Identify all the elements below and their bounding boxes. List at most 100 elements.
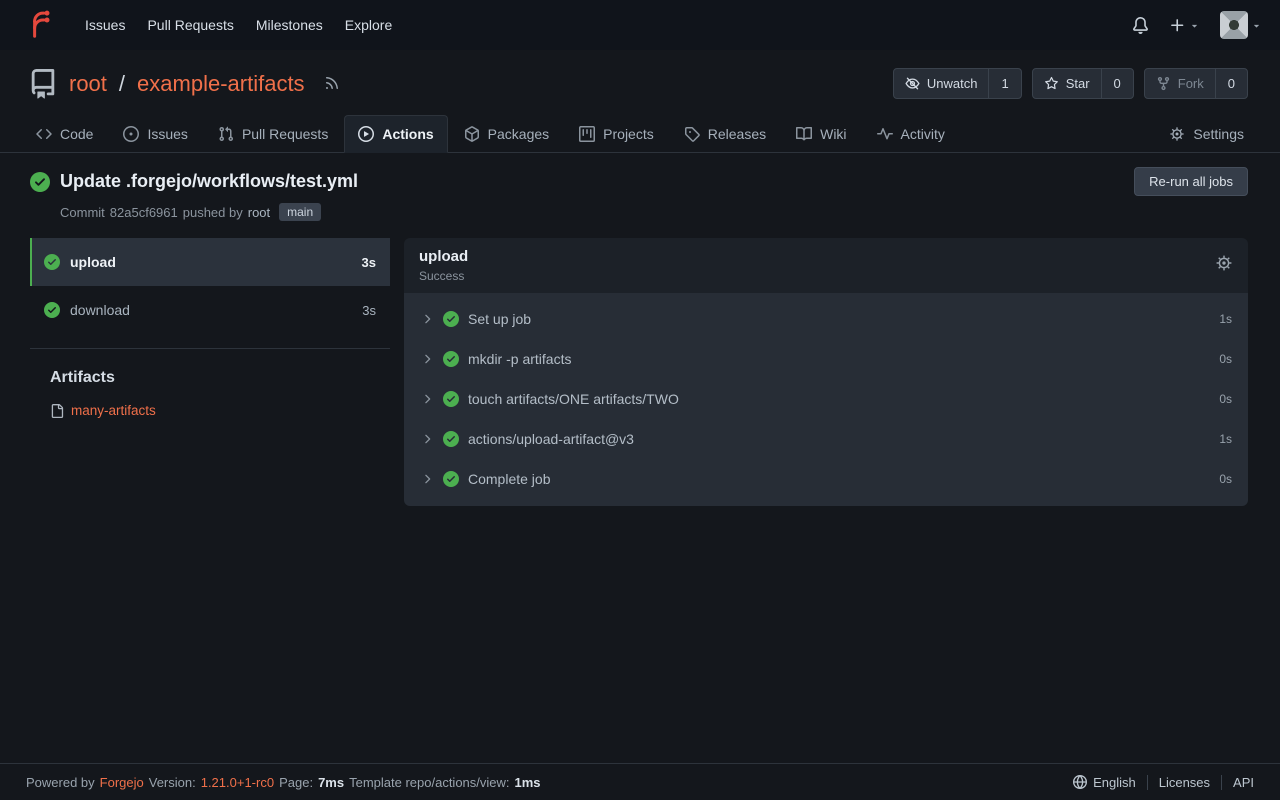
version-link[interactable]: 1.21.0+1-rc0 bbox=[201, 775, 274, 790]
job-name: upload bbox=[70, 254, 116, 270]
tab-label: Issues bbox=[147, 126, 187, 142]
chevron-right-icon bbox=[420, 472, 434, 486]
repo-owner-link[interactable]: root bbox=[69, 71, 107, 97]
tab-label: Activity bbox=[901, 126, 945, 142]
branch-badge[interactable]: main bbox=[279, 203, 321, 221]
file-icon bbox=[50, 404, 64, 418]
step-row[interactable]: Complete job 0s bbox=[404, 459, 1248, 499]
success-check-icon bbox=[443, 471, 459, 487]
user-menu[interactable] bbox=[1220, 11, 1262, 39]
forks-count[interactable]: 0 bbox=[1215, 69, 1247, 98]
code-icon bbox=[36, 126, 52, 142]
create-new-menu[interactable] bbox=[1169, 17, 1200, 34]
avatar bbox=[1220, 11, 1248, 39]
step-duration: 0s bbox=[1219, 352, 1232, 366]
step-row[interactable]: Set up job 1s bbox=[404, 299, 1248, 339]
commit-sha-link[interactable]: 82a5cf6961 bbox=[110, 205, 178, 220]
repo-tab-bar: Code Issues Pull Requests Actions Packag… bbox=[0, 109, 1280, 153]
step-duration: 1s bbox=[1219, 432, 1232, 446]
nav-pull-requests[interactable]: Pull Requests bbox=[136, 17, 244, 33]
chevron-down-icon bbox=[1189, 20, 1200, 31]
gear-icon bbox=[1169, 126, 1185, 142]
rss-feed-icon[interactable] bbox=[316, 71, 340, 97]
tab-pull-requests[interactable]: Pull Requests bbox=[204, 115, 342, 153]
globe-icon bbox=[1073, 775, 1087, 789]
navbar-right bbox=[1132, 11, 1262, 39]
top-navbar: Issues Pull Requests Milestones Explore bbox=[0, 0, 1280, 50]
page-time-label: Page: bbox=[279, 775, 313, 790]
actions-run-view: Update .forgejo/workflows/test.yml Re-ru… bbox=[0, 153, 1280, 763]
fork-icon bbox=[1156, 76, 1171, 91]
job-detail-header: upload Success bbox=[404, 238, 1248, 293]
job-row-upload[interactable]: upload 3s bbox=[30, 238, 390, 286]
nav-milestones[interactable]: Milestones bbox=[245, 17, 334, 33]
repo-title: root / example-artifacts bbox=[28, 69, 340, 99]
tab-packages[interactable]: Packages bbox=[450, 115, 563, 153]
star-button[interactable]: Star bbox=[1033, 69, 1101, 98]
play-circle-icon bbox=[358, 126, 374, 142]
project-icon bbox=[579, 126, 595, 142]
tab-actions[interactable]: Actions bbox=[344, 115, 447, 153]
rerun-all-jobs-button[interactable]: Re-run all jobs bbox=[1134, 167, 1248, 196]
step-name: actions/upload-artifact@v3 bbox=[468, 431, 634, 447]
success-check-icon bbox=[443, 311, 459, 327]
commit-label: Commit bbox=[60, 205, 105, 220]
nav-explore[interactable]: Explore bbox=[334, 17, 403, 33]
step-row[interactable]: actions/upload-artifact@v3 1s bbox=[404, 419, 1248, 459]
tab-releases[interactable]: Releases bbox=[670, 115, 780, 153]
fork-button[interactable]: Fork bbox=[1145, 69, 1215, 98]
tab-activity[interactable]: Activity bbox=[863, 115, 959, 153]
language-label: English bbox=[1093, 775, 1136, 790]
notifications-bell-icon[interactable] bbox=[1132, 17, 1149, 34]
star-icon bbox=[1044, 76, 1059, 91]
chevron-right-icon bbox=[420, 312, 434, 326]
pusher-link[interactable]: root bbox=[248, 205, 270, 220]
tab-label: Packages bbox=[488, 126, 549, 142]
forgejo-link[interactable]: Forgejo bbox=[100, 775, 144, 790]
tab-code[interactable]: Code bbox=[22, 115, 107, 153]
job-duration: 3s bbox=[362, 255, 376, 270]
job-options-gear-icon[interactable] bbox=[1215, 254, 1233, 277]
job-row-download[interactable]: download 3s bbox=[30, 286, 390, 334]
nav-issues[interactable]: Issues bbox=[74, 17, 136, 33]
template-time-label: Template repo/actions/view: bbox=[349, 775, 509, 790]
issue-icon bbox=[123, 126, 139, 142]
success-check-icon bbox=[443, 391, 459, 407]
tab-projects[interactable]: Projects bbox=[565, 115, 668, 153]
watchers-count[interactable]: 1 bbox=[988, 69, 1020, 98]
step-duration: 0s bbox=[1219, 392, 1232, 406]
pull-request-icon bbox=[218, 126, 234, 142]
step-row[interactable]: touch artifacts/ONE artifacts/TWO 0s bbox=[404, 379, 1248, 419]
chevron-right-icon bbox=[420, 432, 434, 446]
step-name: Complete job bbox=[468, 471, 551, 487]
step-row[interactable]: mkdir -p artifacts 0s bbox=[404, 339, 1248, 379]
success-check-icon bbox=[443, 431, 459, 447]
powered-by-label: Powered by bbox=[26, 775, 95, 790]
unwatch-button[interactable]: Unwatch bbox=[894, 69, 989, 98]
chevron-right-icon bbox=[420, 352, 434, 366]
tab-issues[interactable]: Issues bbox=[109, 115, 201, 153]
watch-button-group: Unwatch 1 bbox=[893, 68, 1022, 99]
language-selector[interactable]: English bbox=[1062, 775, 1147, 790]
job-detail-panel: upload Success Set up job 1s mkdir -p ar… bbox=[404, 238, 1248, 506]
pulse-icon bbox=[877, 126, 893, 142]
fork-button-group: Fork 0 bbox=[1144, 68, 1248, 99]
tab-label: Projects bbox=[603, 126, 654, 142]
plus-icon bbox=[1169, 17, 1186, 34]
licenses-link[interactable]: Licenses bbox=[1147, 775, 1221, 790]
api-link[interactable]: API bbox=[1221, 775, 1254, 790]
forgejo-logo[interactable] bbox=[24, 10, 74, 40]
tag-icon bbox=[684, 126, 700, 142]
artifact-link[interactable]: many-artifacts bbox=[50, 403, 390, 418]
book-icon bbox=[796, 126, 812, 142]
tab-label: Code bbox=[60, 126, 93, 142]
tab-label: Pull Requests bbox=[242, 126, 328, 142]
success-check-icon bbox=[44, 302, 60, 318]
stars-count[interactable]: 0 bbox=[1101, 69, 1133, 98]
eye-off-icon bbox=[905, 76, 920, 91]
repo-name-link[interactable]: example-artifacts bbox=[137, 71, 305, 97]
repo-header: root / example-artifacts Unwatch 1 Star … bbox=[0, 50, 1280, 109]
tab-wiki[interactable]: Wiki bbox=[782, 115, 860, 153]
tab-settings[interactable]: Settings bbox=[1155, 115, 1258, 153]
step-name: Set up job bbox=[468, 311, 531, 327]
